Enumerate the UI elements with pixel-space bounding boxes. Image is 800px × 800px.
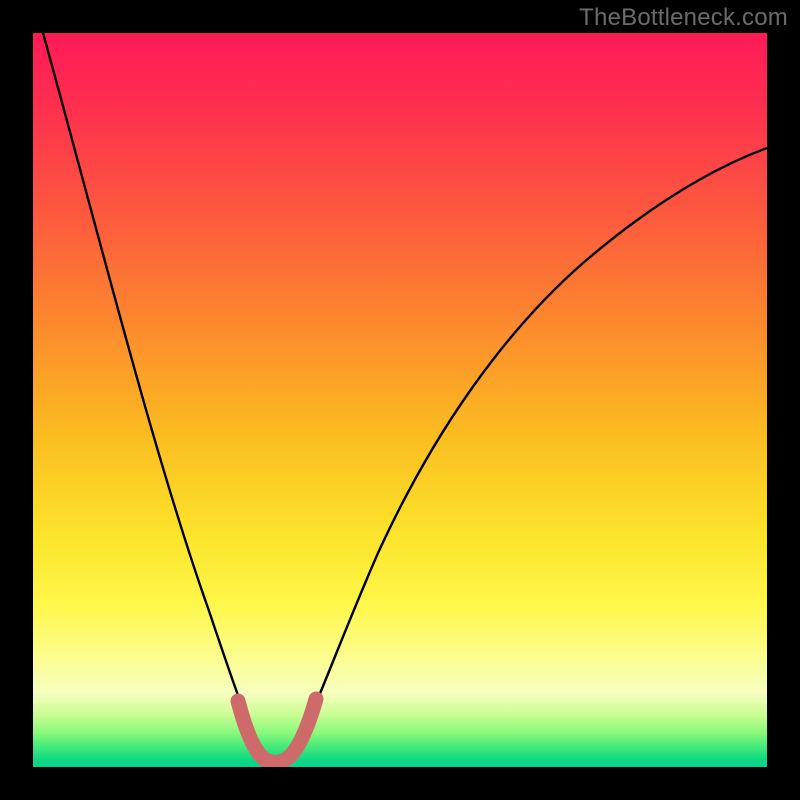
optimal-zone-marker [238,699,316,762]
bottleneck-curve [43,33,767,763]
watermark-text: TheBottleneck.com [579,4,788,32]
chart-svg [33,33,767,767]
chart-frame: TheBottleneck.com [0,0,800,800]
plot-area [33,33,767,767]
